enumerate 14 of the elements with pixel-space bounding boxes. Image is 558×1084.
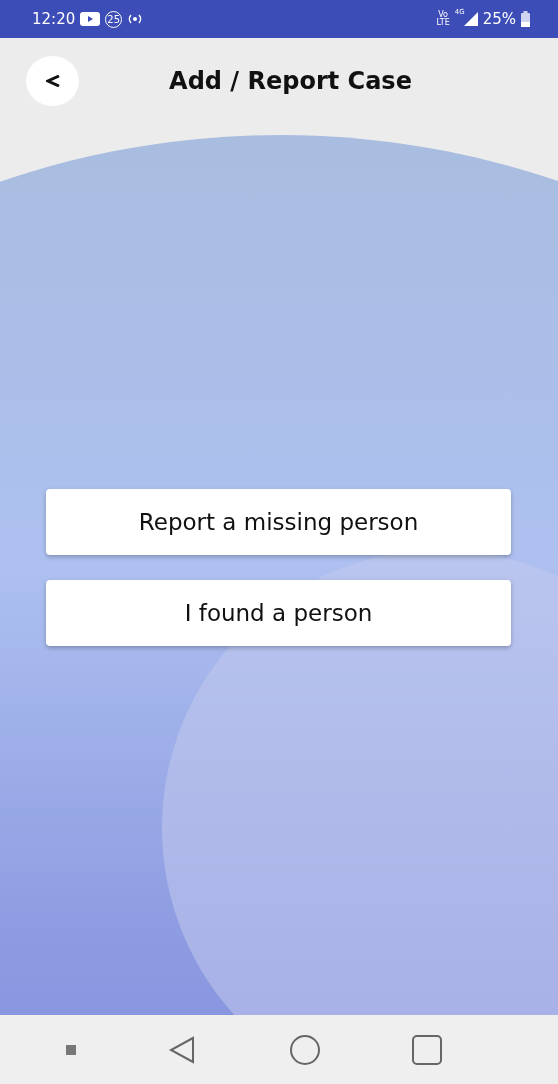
option-button[interactable]: I found a person	[46, 580, 511, 646]
page-title: Add / Report Case	[168, 67, 413, 95]
battery-percent: 25%	[482, 10, 516, 28]
back-icon	[45, 75, 60, 87]
status-time: 12:20	[32, 10, 76, 28]
back-button[interactable]	[26, 56, 79, 106]
signal-icon	[463, 12, 478, 26]
option-button[interactable]: Report a missing person	[46, 489, 511, 555]
home-icon[interactable]	[288, 1033, 321, 1066]
battery-icon	[521, 11, 530, 27]
volte-label: Vo LTE	[436, 11, 450, 27]
video-icon	[80, 12, 101, 26]
menu-icon[interactable]	[65, 1044, 76, 1055]
recents-icon[interactable]	[412, 1034, 443, 1065]
